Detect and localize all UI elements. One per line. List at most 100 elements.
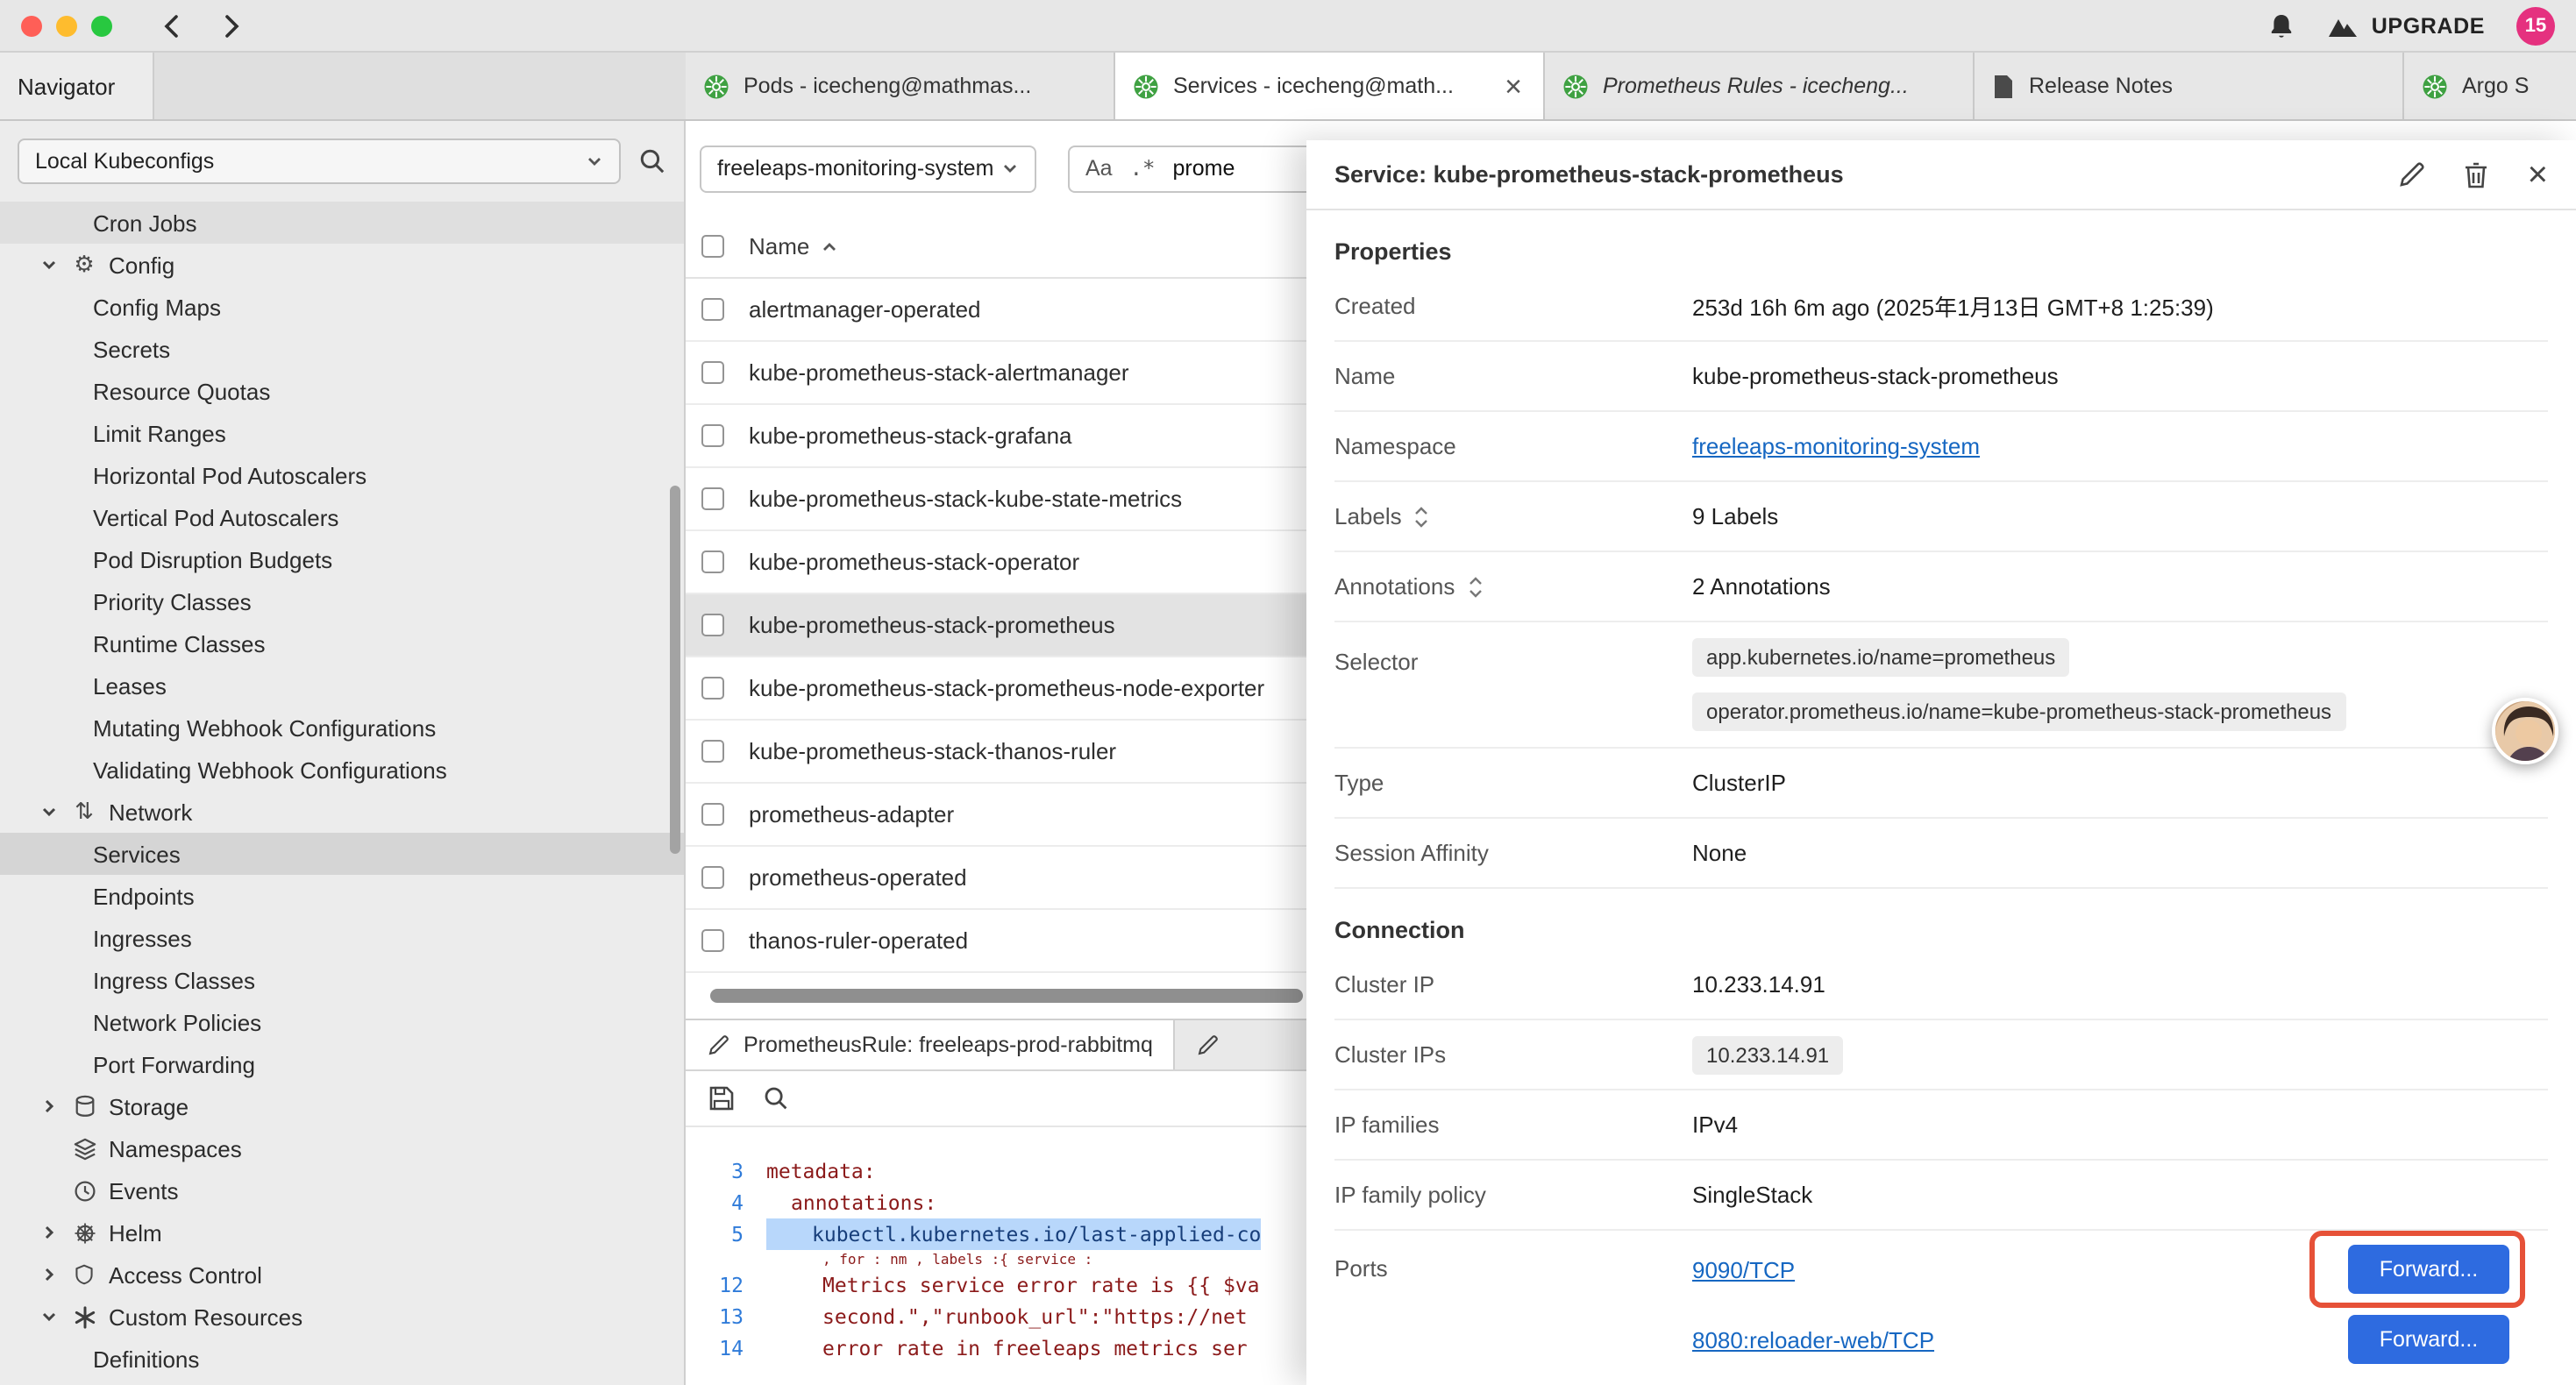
regex-toggle[interactable]: .* xyxy=(1130,156,1156,181)
edit-pencil-icon[interactable] xyxy=(2398,160,2426,188)
row-checkbox[interactable] xyxy=(701,866,724,889)
expand-updown-icon[interactable] xyxy=(1467,576,1483,597)
editor-tab-prometheusrule[interactable]: PrometheusRule: freeleaps-prod-rabbitmq xyxy=(686,1020,1176,1069)
sidebar-item-mutating-webhook-configurations[interactable]: Mutating Webhook Configurations xyxy=(0,707,684,749)
row-checkbox[interactable] xyxy=(701,740,724,763)
forward-icon[interactable] xyxy=(217,11,246,39)
sidebar-item-cron-jobs[interactable]: Cron Jobs xyxy=(0,202,684,244)
drawer-title: Service: kube-prometheus-stack-prometheu… xyxy=(1334,161,2363,188)
sidebar-group-network[interactable]: ⇅ Network xyxy=(0,791,684,833)
tab-navigator[interactable]: Navigator xyxy=(0,53,154,119)
row-checkbox[interactable] xyxy=(701,614,724,636)
upgrade-button[interactable]: UPGRADE xyxy=(2328,13,2485,38)
sidebar-group-storage[interactable]: Storage xyxy=(0,1085,684,1127)
zoom-window-button[interactable] xyxy=(91,15,112,36)
sidebar-item-config-maps[interactable]: Config Maps xyxy=(0,286,684,328)
port-link[interactable]: 9090/TCP xyxy=(1692,1256,1795,1282)
network-arrows-icon: ⇅ xyxy=(70,798,98,826)
tab-argo[interactable]: Argo S xyxy=(2404,53,2576,119)
delete-trash-icon[interactable] xyxy=(2465,160,2489,188)
sidebar-item-network-policies[interactable]: Network Policies xyxy=(0,1001,684,1043)
chevron-right-icon xyxy=(39,1224,60,1241)
sidebar-item-ingresses[interactable]: Ingresses xyxy=(0,917,684,959)
sidebar-item-events[interactable]: Events xyxy=(0,1169,684,1211)
sidebar-item-validating-webhook-configurations[interactable]: Validating Webhook Configurations xyxy=(0,749,684,791)
namespace-filter-select[interactable]: freeleaps-monitoring-system xyxy=(700,145,1036,192)
edit-pencil-icon xyxy=(707,1033,729,1056)
save-icon[interactable] xyxy=(708,1085,735,1112)
chevron-down-icon xyxy=(39,803,60,820)
sidebar-item-namespaces[interactable]: Namespaces xyxy=(0,1127,684,1169)
ip-families-row: IP families IPv4 xyxy=(1334,1090,2548,1161)
sidebar-item-definitions[interactable]: Definitions xyxy=(0,1338,684,1380)
sidebar-item-horizontal-pod-autoscalers[interactable]: Horizontal Pod Autoscalers xyxy=(0,454,684,496)
row-checkbox[interactable] xyxy=(701,298,724,321)
sort-ascending-icon xyxy=(820,238,837,255)
namespaces-layers-icon xyxy=(70,1137,98,1160)
sidebar-item-ingress-classes[interactable]: Ingress Classes xyxy=(0,959,684,1001)
sidebar-group-helm[interactable]: Helm xyxy=(0,1211,684,1254)
created-row: Created 253d 16h 6m ago (2025年1月13日 GMT+… xyxy=(1334,272,2548,342)
sidebar-item-port-forwarding[interactable]: Port Forwarding xyxy=(0,1043,684,1085)
row-checkbox[interactable] xyxy=(701,929,724,952)
service-name: kube-prometheus-stack-operator xyxy=(749,549,1079,575)
tab-prometheus-rules[interactable]: Prometheus Rules - icecheng... xyxy=(1545,53,1975,119)
sidebar-group-config[interactable]: ⚙ Config xyxy=(0,244,684,286)
sidebar-item-secrets[interactable]: Secrets xyxy=(0,328,684,370)
notifications-bell-icon[interactable] xyxy=(2268,11,2296,39)
sidebar-group-custom-resources[interactable]: Custom Resources xyxy=(0,1296,684,1338)
chevron-down-icon xyxy=(39,1308,60,1325)
row-checkbox[interactable] xyxy=(701,803,724,826)
user-avatar[interactable] xyxy=(2492,698,2558,764)
kubeconfig-select[interactable]: Local Kubeconfigs xyxy=(18,138,621,184)
ip-family-policy-row: IP family policy SingleStack xyxy=(1334,1161,2548,1231)
service-name: kube-prometheus-stack-alertmanager xyxy=(749,359,1129,386)
sidebar-item-vertical-pod-autoscalers[interactable]: Vertical Pod Autoscalers xyxy=(0,496,684,538)
sidebar-item-leases[interactable]: Leases xyxy=(0,664,684,707)
port-link[interactable]: 8080:reloader-web/TCP xyxy=(1692,1326,1934,1353)
back-icon[interactable] xyxy=(158,11,186,39)
annotations-row: Annotations 2 Annotations xyxy=(1334,552,2548,622)
config-gear-icon: ⚙ xyxy=(70,251,98,279)
row-checkbox[interactable] xyxy=(701,550,724,573)
resource-tree: Cron Jobs ⚙ Config Config Maps Secrets R… xyxy=(0,202,684,1380)
upgrade-label: UPGRADE xyxy=(2372,13,2485,38)
service-name: kube-prometheus-stack-grafana xyxy=(749,423,1072,449)
sidebar-scrollbar[interactable] xyxy=(670,486,680,854)
sidebar-item-endpoints[interactable]: Endpoints xyxy=(0,875,684,917)
editor-search-icon[interactable] xyxy=(763,1085,789,1112)
notification-count-badge[interactable]: 15 xyxy=(2516,6,2555,45)
sidebar-item-priority-classes[interactable]: Priority Classes xyxy=(0,580,684,622)
sidebar-search-icon[interactable] xyxy=(638,147,666,175)
name-column-header[interactable]: Name xyxy=(749,233,837,259)
expand-updown-icon[interactable] xyxy=(1414,506,1430,527)
sidebar-item-pod-disruption-budgets[interactable]: Pod Disruption Budgets xyxy=(0,538,684,580)
namespace-filter-value: freeleaps-monitoring-system xyxy=(717,156,993,181)
tab-services[interactable]: Services - icecheng@math... × xyxy=(1115,53,1545,119)
close-window-button[interactable] xyxy=(21,15,42,36)
sidebar-item-services[interactable]: Services xyxy=(0,833,684,875)
sidebar-item-runtime-classes[interactable]: Runtime Classes xyxy=(0,622,684,664)
labels-row: Labels 9 Labels xyxy=(1334,482,2548,552)
row-checkbox[interactable] xyxy=(701,677,724,700)
match-case-toggle[interactable]: Aa xyxy=(1085,156,1113,181)
minimize-window-button[interactable] xyxy=(56,15,77,36)
row-checkbox[interactable] xyxy=(701,487,724,510)
close-drawer-icon[interactable]: × xyxy=(2528,157,2548,192)
row-checkbox[interactable] xyxy=(701,424,724,447)
sidebar-item-resource-quotas[interactable]: Resource Quotas xyxy=(0,370,684,412)
namespace-link[interactable]: freeleaps-monitoring-system xyxy=(1692,433,1980,459)
chevron-down-icon xyxy=(39,256,60,273)
forward-button[interactable]: Forward... xyxy=(2348,1315,2509,1364)
row-checkbox[interactable] xyxy=(701,361,724,384)
forward-button[interactable]: Forward... xyxy=(2348,1245,2509,1294)
select-all-checkbox[interactable] xyxy=(701,235,724,258)
tab-pods[interactable]: Pods - icecheng@mathmas... xyxy=(686,53,1115,119)
tab-release-notes[interactable]: Release Notes xyxy=(1975,53,2404,119)
close-tab-icon[interactable]: × xyxy=(1501,71,1526,101)
service-name: thanos-ruler-operated xyxy=(749,927,968,954)
horizontal-scrollbar[interactable] xyxy=(710,989,1303,1003)
sidebar-group-access-control[interactable]: Access Control xyxy=(0,1254,684,1296)
sidebar-item-limit-ranges[interactable]: Limit Ranges xyxy=(0,412,684,454)
service-name: prometheus-adapter xyxy=(749,801,954,827)
